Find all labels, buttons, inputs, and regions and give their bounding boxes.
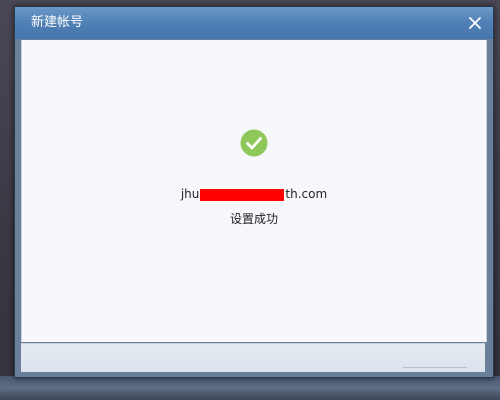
dialog-titlebar[interactable]: 新建帐号 [15, 7, 493, 39]
check-circle-icon [240, 129, 268, 157]
status-message: 设置成功 [229, 212, 278, 226]
account-email: jhu th.com [22, 186, 486, 202]
dialog-title: 新建帐号 [31, 15, 84, 30]
new-account-dialog: 新建帐号 jhu th.com 设置成功 [14, 6, 494, 378]
desktop-taskbar-strip [0, 376, 500, 400]
close-icon [469, 17, 481, 29]
email-prefix: jhu [180, 187, 200, 201]
redaction-mark [200, 188, 285, 201]
close-button[interactable] [465, 13, 485, 33]
dialog-footer [21, 343, 485, 372]
footer-divider [403, 367, 467, 368]
email-suffix: th.com [285, 187, 328, 201]
dialog-content: jhu th.com 设置成功 [21, 40, 487, 342]
